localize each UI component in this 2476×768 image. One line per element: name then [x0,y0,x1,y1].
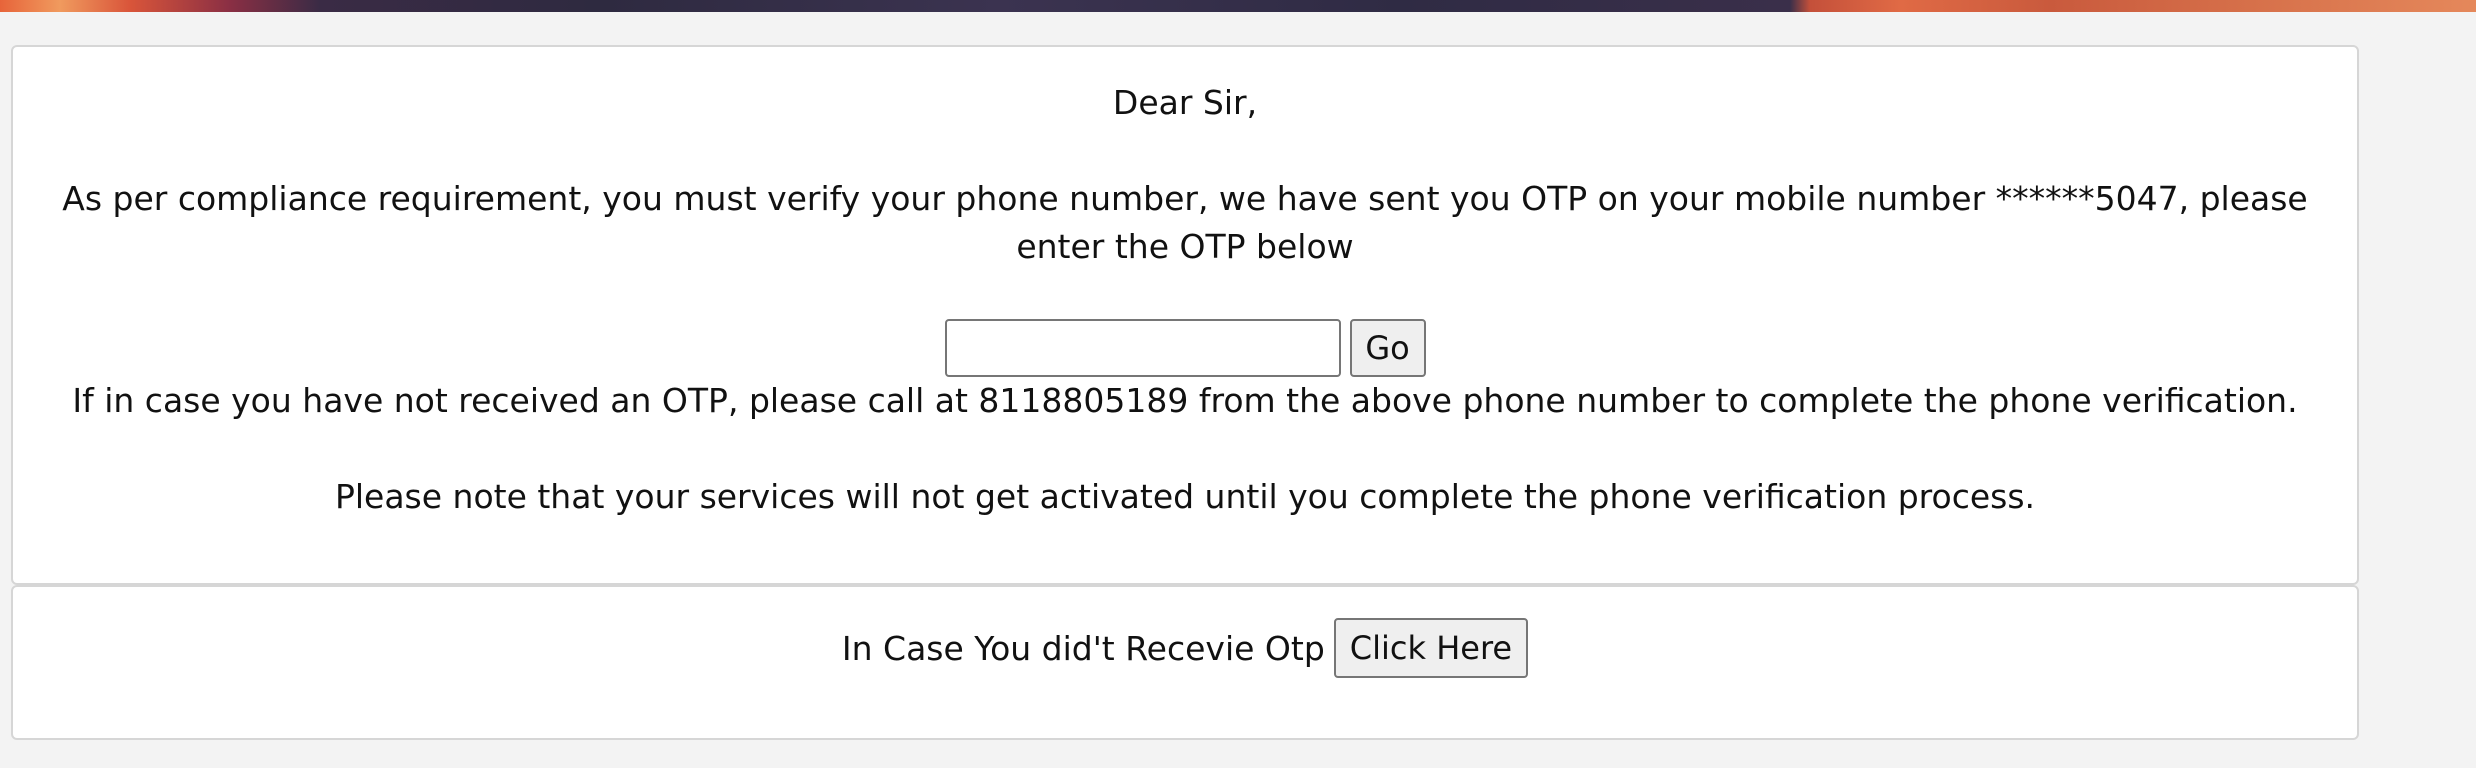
resend-otp-row: In Case You did't Recevie Otp Click Here [13,617,2357,679]
otp-form: Go [13,317,2357,379]
resend-otp-card: In Case You did't Recevie Otp Click Here [11,585,2359,740]
call-message: If in case you have not received an OTP,… [72,381,2298,420]
header-banner-image [0,0,2476,12]
compliance-message: As per compliance requirement, you must … [62,179,2308,266]
verification-card: Dear Sir, As per compliance requirement,… [11,45,2359,585]
greeting-text: Dear Sir, [1112,83,1258,122]
otp-input[interactable] [944,319,1341,377]
activation-note: Please note that your services will not … [334,477,2036,516]
page: Dear Sir, As per compliance requirement,… [0,0,2476,768]
go-button[interactable]: Go [1349,319,1426,377]
resend-otp-prompt: In Case You did't Recevie Otp [841,628,1325,668]
click-here-button[interactable]: Click Here [1333,618,1529,678]
